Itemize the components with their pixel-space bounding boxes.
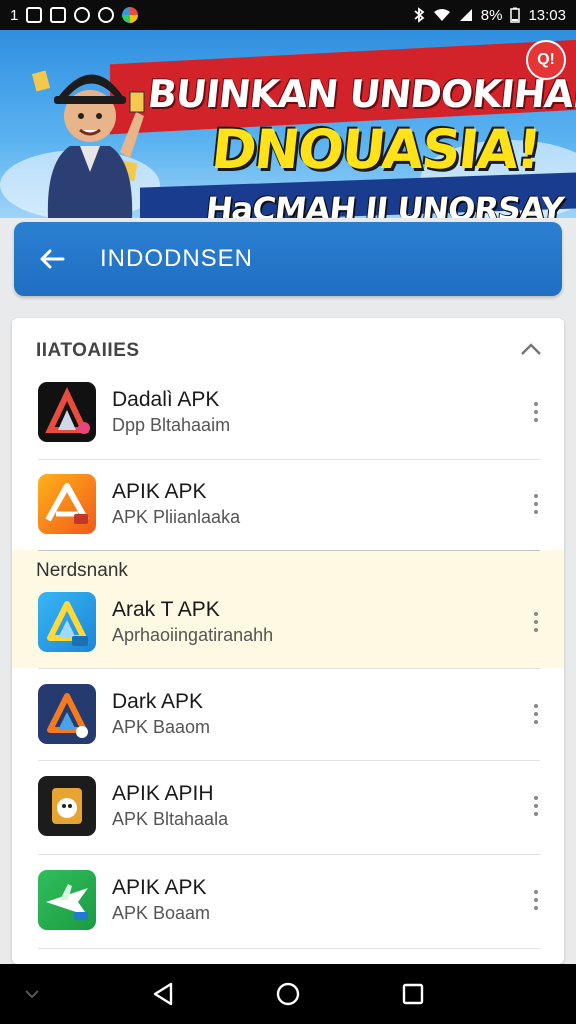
banner-headline-3: HaCMAH II UNORSAY xyxy=(204,190,565,218)
promo-banner[interactable]: BUINKAN UNDOKIHAN DNOUASIA! HaCMAH II UN… xyxy=(0,30,576,218)
app-name: APIK APK xyxy=(112,876,207,899)
banner-headline-2: DNOUASIA! xyxy=(208,118,543,181)
divider xyxy=(38,948,540,949)
divider xyxy=(38,550,540,551)
dark-a-logo-icon xyxy=(38,382,96,442)
status-bar-left: 1 xyxy=(10,6,139,24)
more-vert-icon[interactable] xyxy=(528,794,544,818)
banner-close-badge[interactable]: Q! xyxy=(526,40,566,80)
list-item[interactable]: APIK APK APK Boaam xyxy=(38,868,558,932)
list-item-highlighted[interactable]: Arak T APK Aprhaoiingatiranahh xyxy=(38,590,558,654)
app-name: Dadalì APK xyxy=(112,388,220,411)
chevron-down-icon[interactable] xyxy=(22,984,42,1004)
section-title: IIATOAIIES xyxy=(36,340,140,361)
status-time: 13:03 xyxy=(528,6,566,24)
game-icon xyxy=(74,7,91,23)
navy-a-logo-icon xyxy=(38,684,96,744)
gallery-icon xyxy=(26,7,43,23)
list-item[interactable]: Dadalì APK Dpp Bltahaaim xyxy=(38,380,558,444)
mascot-illustration xyxy=(31,70,145,218)
divider xyxy=(38,760,540,761)
home-circle-icon[interactable] xyxy=(273,979,303,1009)
app-subtitle: APK Bltahaala xyxy=(112,809,229,829)
app-name: APIK APIH xyxy=(112,782,214,805)
green-plane-icon xyxy=(38,870,96,930)
status-bar-right: 8% 13:03 xyxy=(413,7,566,24)
signal-icon xyxy=(459,9,472,21)
list-item[interactable]: Dark APK APK Baaom xyxy=(38,682,558,746)
list-item[interactable]: APIK APK APK Pliianlaaka xyxy=(38,472,558,536)
more-vert-icon[interactable] xyxy=(528,610,544,634)
status-number: 1 xyxy=(10,6,19,24)
blue-a-logo-icon xyxy=(38,592,96,652)
system-nav-bar xyxy=(0,964,576,1024)
more-vert-icon[interactable] xyxy=(528,702,544,726)
app-list-card: IIATOAIIES Dadalì APK Dpp Bltahaaim APIK… xyxy=(12,318,564,964)
chevron-up-icon[interactable] xyxy=(520,342,542,356)
app-subtitle: Aprhaoiingatiranahh xyxy=(112,625,274,645)
app-name: APIK APK xyxy=(112,480,207,503)
subsection-title: Nerdsnank xyxy=(36,560,128,581)
battery-percent: 8% xyxy=(480,6,503,24)
more-vert-icon[interactable] xyxy=(528,888,544,912)
app-subtitle: APK Pliianlaaka xyxy=(112,507,241,527)
wifi-icon xyxy=(433,9,450,21)
banner-headline-1: BUINKAN UNDOKIHAN xyxy=(145,72,576,116)
recents-square-icon[interactable] xyxy=(398,979,428,1009)
app-subtitle: APK Baaom xyxy=(112,717,211,737)
app-subtitle: Dpp Bltahaaim xyxy=(112,415,231,435)
app-name: Arak T APK xyxy=(112,598,220,621)
ghost-app-icon xyxy=(38,776,96,836)
orange-a-logo-icon xyxy=(38,474,96,534)
page-title: INDODNSEN xyxy=(100,245,254,272)
divider xyxy=(38,668,540,669)
back-triangle-icon[interactable] xyxy=(148,979,178,1009)
divider xyxy=(38,459,540,460)
top-app-bar: INDODNSEN xyxy=(14,222,562,296)
more-vert-icon[interactable] xyxy=(528,400,544,424)
arrow-left-icon[interactable] xyxy=(36,243,68,275)
bluetooth-icon xyxy=(414,7,425,23)
list-item[interactable]: APIK APIH APK Bltahaala xyxy=(38,774,558,838)
messaging-icon xyxy=(50,7,67,23)
app-name: Dark APK xyxy=(112,690,204,713)
settings-icon xyxy=(98,7,115,23)
app-subtitle: APK Boaam xyxy=(112,903,211,923)
chrome-icon xyxy=(122,7,139,23)
divider xyxy=(38,854,540,855)
status-bar: 1 8% 13:03 xyxy=(0,0,576,30)
more-vert-icon[interactable] xyxy=(528,492,544,516)
battery-icon xyxy=(510,7,521,23)
